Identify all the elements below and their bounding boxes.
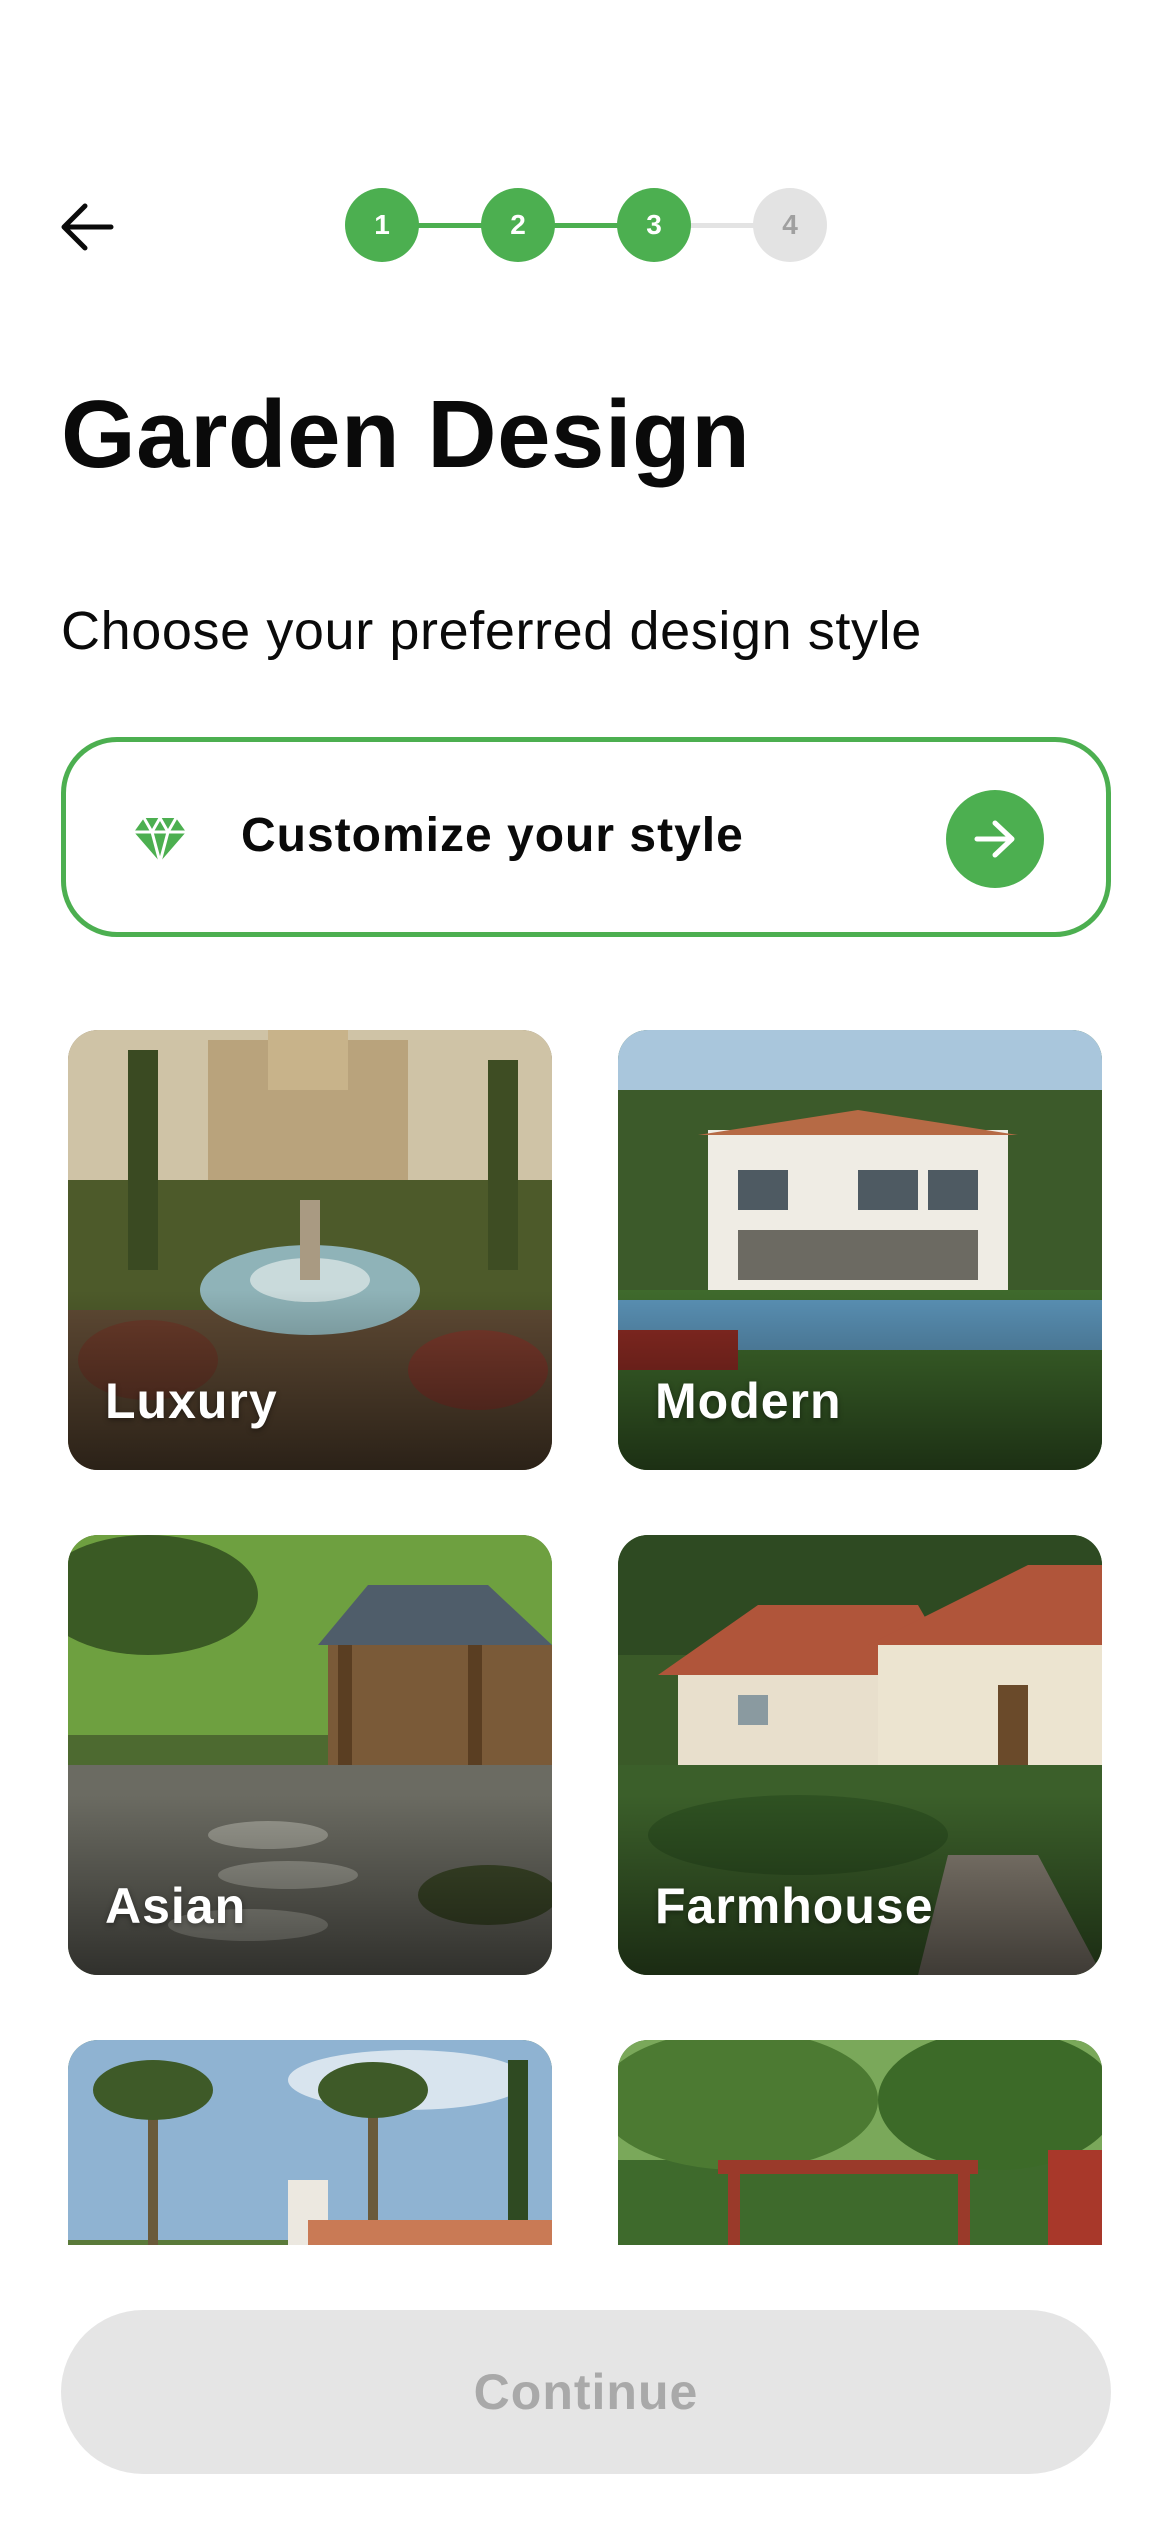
gem-icon: [134, 814, 186, 866]
page-subtitle: Choose your preferred design style: [61, 601, 922, 661]
step-3: 3: [617, 188, 691, 262]
palm-garden-image: [68, 2040, 552, 2245]
style-card-5[interactable]: [68, 2040, 552, 2245]
pergola-garden-image: [618, 2040, 1102, 2245]
style-card-luxury[interactable]: Luxury: [68, 1030, 552, 1470]
style-card-asian[interactable]: Asian: [68, 1535, 552, 1975]
step-connector: [687, 223, 759, 228]
style-card-farmhouse[interactable]: Farmhouse: [618, 1535, 1102, 1975]
continue-button[interactable]: Continue: [61, 2310, 1111, 2474]
arrow-right-icon: [974, 820, 1015, 858]
style-label: Modern: [655, 1373, 842, 1429]
style-label: Asian: [105, 1878, 247, 1934]
step-number: 4: [782, 209, 798, 240]
step-4: 4: [753, 188, 827, 262]
step-connector: [415, 223, 487, 228]
style-label: Farmhouse: [655, 1878, 934, 1934]
arrow-left-icon: [61, 203, 114, 251]
style-card-modern[interactable]: Modern: [618, 1030, 1102, 1470]
page-title: Garden Design: [61, 381, 751, 488]
step-number: 3: [646, 209, 662, 240]
customize-arrow-button[interactable]: [946, 790, 1044, 888]
step-connector: [551, 223, 623, 228]
step-2: 2: [481, 188, 555, 262]
step-number: 2: [510, 209, 526, 240]
customize-style-button[interactable]: Customize your style: [61, 737, 1111, 937]
customize-style-label: Customize your style: [241, 809, 744, 862]
style-grid: Luxury Modern Asian Farmhouse: [0, 1030, 1170, 2245]
back-button[interactable]: [52, 192, 122, 262]
style-card-6[interactable]: [618, 2040, 1102, 2245]
step-number: 1: [374, 209, 390, 240]
step-1: 1: [345, 188, 419, 262]
progress-stepper: 1 2 3 4: [345, 188, 827, 262]
style-label: Luxury: [105, 1373, 278, 1429]
